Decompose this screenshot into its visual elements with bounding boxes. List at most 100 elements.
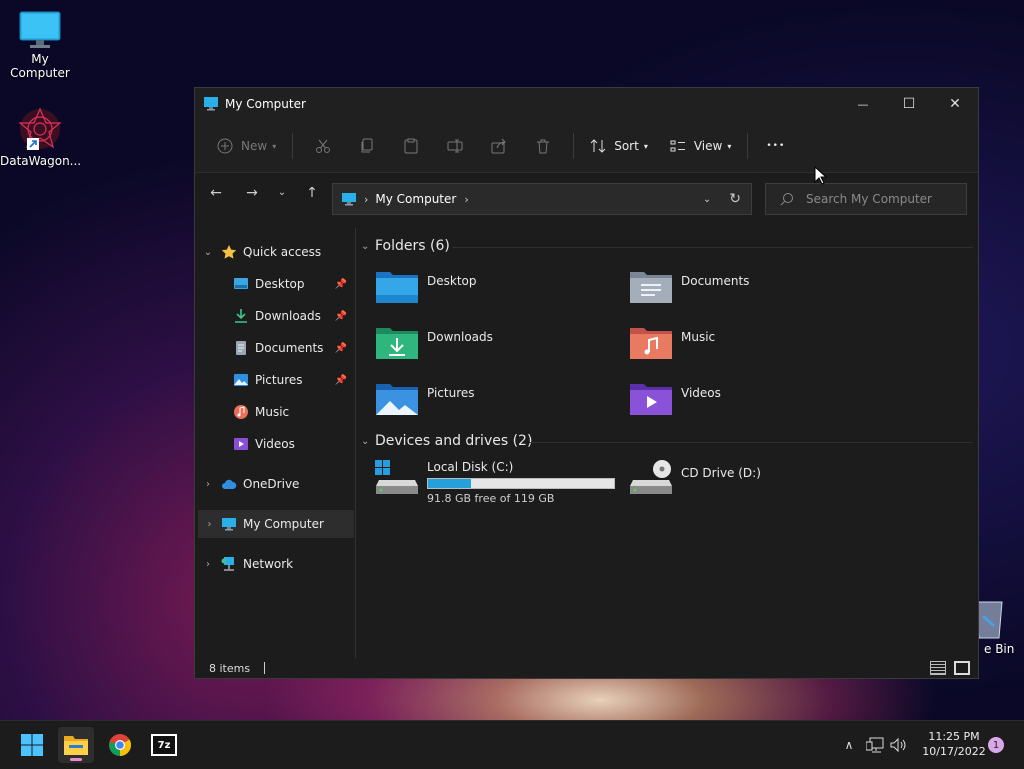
desktop-icon-label: DataWagon... bbox=[0, 154, 82, 168]
downloads-folder-icon bbox=[376, 328, 418, 359]
section-divider bbox=[529, 442, 973, 443]
network-status-icon[interactable] bbox=[866, 737, 884, 753]
drives-group-header[interactable]: ⌄ Devices and drives (2) bbox=[361, 433, 532, 449]
music-note-icon bbox=[234, 405, 248, 419]
desktop-icon-my-computer[interactable]: My Computer bbox=[0, 10, 80, 80]
scissors-icon bbox=[316, 139, 331, 153]
share-button[interactable] bbox=[477, 128, 521, 164]
address-bar[interactable]: › My Computer › ⌄ ↻ bbox=[332, 183, 752, 215]
sidebar-item-label: Pictures bbox=[255, 373, 303, 387]
monitor-icon bbox=[19, 11, 61, 48]
chevron-down-icon[interactable]: ⌄ bbox=[361, 436, 375, 447]
minimize-button[interactable]: — bbox=[840, 88, 886, 120]
sidebar-item-downloads[interactable]: Downloads 📌 bbox=[195, 302, 351, 330]
title-bar[interactable]: My Computer — ☐ ✕ bbox=[195, 88, 978, 120]
picture-icon bbox=[234, 374, 248, 386]
sidebar-item-desktop[interactable]: Desktop 📌 bbox=[195, 270, 351, 298]
folder-name: Music bbox=[681, 330, 716, 344]
sidebar-item-label: Network bbox=[243, 557, 294, 571]
drive-name: Local Disk (C:) bbox=[427, 460, 514, 474]
taskbar-file-explorer[interactable] bbox=[58, 727, 94, 763]
sidebar-item-documents[interactable]: Documents 📌 bbox=[195, 334, 351, 362]
sidebar-item-videos[interactable]: Videos bbox=[195, 430, 351, 458]
copy-button[interactable] bbox=[345, 128, 389, 164]
pin-icon[interactable]: 📌 bbox=[335, 375, 347, 386]
refresh-button[interactable]: ↻ bbox=[729, 191, 741, 207]
cut-button[interactable] bbox=[301, 128, 345, 164]
sort-button[interactable]: Sort ▾ bbox=[582, 128, 656, 164]
show-hidden-icons-button[interactable]: ∧ bbox=[838, 738, 860, 752]
datawagon-logo-icon bbox=[18, 107, 62, 150]
content-pane: ⌄ Folders (6) Desktop Documents Download… bbox=[357, 228, 977, 658]
more-dots-icon: ••• bbox=[766, 141, 786, 151]
taskbar-7zip[interactable]: 7z bbox=[146, 727, 182, 763]
close-button[interactable]: ✕ bbox=[932, 88, 978, 120]
chevron-down-icon[interactable]: ⌄ bbox=[195, 247, 221, 258]
sidebar-item-label: Downloads bbox=[255, 309, 321, 323]
new-button[interactable]: New ▾ bbox=[209, 128, 284, 164]
up-button[interactable]: ↑ bbox=[297, 185, 327, 201]
plus-circle-icon bbox=[217, 138, 233, 154]
sort-label: Sort bbox=[614, 139, 639, 153]
pin-icon[interactable]: 📌 bbox=[335, 279, 347, 290]
sidebar-item-network[interactable]: › Network bbox=[195, 550, 351, 578]
status-bar: 8 items bbox=[195, 658, 978, 678]
pin-icon[interactable]: 📌 bbox=[335, 343, 347, 354]
forward-button[interactable]: → bbox=[237, 185, 267, 201]
folder-tile-videos[interactable]: Videos bbox=[629, 380, 869, 426]
folder-tile-pictures[interactable]: Pictures bbox=[375, 380, 615, 426]
folder-icon bbox=[64, 736, 88, 755]
monitor-icon bbox=[204, 97, 218, 111]
chevron-right-icon[interactable]: › bbox=[195, 559, 221, 570]
sidebar-item-label: Documents bbox=[255, 341, 324, 355]
large-icons-view-button[interactable] bbox=[954, 661, 970, 675]
taskbar-chrome[interactable] bbox=[102, 727, 138, 763]
view-button[interactable]: View ▾ bbox=[662, 128, 740, 164]
start-button[interactable] bbox=[14, 727, 50, 763]
download-arrow-icon bbox=[235, 309, 247, 323]
delete-button[interactable] bbox=[521, 128, 565, 164]
clock[interactable]: 11:25 PM 10/17/2022 bbox=[918, 729, 990, 759]
active-app-indicator bbox=[70, 758, 82, 761]
notification-badge[interactable]: 1 bbox=[988, 737, 1004, 753]
sidebar-item-my-computer[interactable]: › My Computer bbox=[198, 510, 354, 538]
maximize-button[interactable]: ☐ bbox=[886, 88, 932, 120]
monitor-icon bbox=[222, 518, 236, 531]
sidebar-item-quick-access[interactable]: ⌄ Quick access bbox=[195, 238, 351, 266]
desktop-icon-label: My Computer bbox=[10, 52, 70, 80]
folders-group-header[interactable]: ⌄ Folders (6) bbox=[361, 238, 450, 254]
chevron-down-icon[interactable]: ⌄ bbox=[361, 241, 375, 252]
folder-tile-desktop[interactable]: Desktop bbox=[375, 268, 615, 314]
drive-usage-bar bbox=[427, 478, 615, 489]
sidebar-item-music[interactable]: Music bbox=[195, 398, 351, 426]
search-box[interactable]: Search My Computer bbox=[765, 183, 967, 215]
drive-tile-c[interactable]: Local Disk (C:) 91.8 GB free of 119 GB bbox=[375, 460, 615, 505]
desktop-icon-datawagon[interactable]: DataWagon... bbox=[0, 106, 82, 168]
sidebar-item-pictures[interactable]: Pictures 📌 bbox=[195, 366, 351, 394]
sidebar-item-label: Desktop bbox=[255, 277, 305, 291]
address-location[interactable]: My Computer bbox=[375, 192, 456, 206]
sidebar-item-onedrive[interactable]: › OneDrive bbox=[195, 470, 351, 498]
address-history-dropdown[interactable]: ⌄ bbox=[703, 194, 711, 205]
desktop-icon-label: e Bin bbox=[984, 642, 1015, 656]
details-view-button[interactable] bbox=[930, 661, 946, 675]
folder-name: Videos bbox=[681, 386, 721, 400]
folder-tile-documents[interactable]: Documents bbox=[629, 268, 869, 314]
recent-locations-button[interactable]: ⌄ bbox=[267, 187, 297, 201]
chevron-right-icon[interactable]: › bbox=[195, 479, 221, 490]
rename-button[interactable] bbox=[433, 128, 477, 164]
star-icon bbox=[221, 245, 237, 259]
folder-tile-downloads[interactable]: Downloads bbox=[375, 324, 615, 370]
back-button[interactable]: ← bbox=[201, 185, 231, 201]
more-options-button[interactable]: ••• bbox=[756, 128, 795, 164]
volume-icon[interactable] bbox=[890, 737, 908, 753]
drive-tile-d[interactable]: CD Drive (D:) bbox=[629, 460, 761, 496]
sidebar-item-label: OneDrive bbox=[243, 477, 300, 491]
folder-tile-music[interactable]: Music bbox=[629, 324, 869, 370]
chevron-right-icon: › bbox=[364, 192, 369, 206]
toolbar-divider bbox=[747, 133, 749, 159]
paste-button[interactable] bbox=[389, 128, 433, 164]
chevron-right-icon[interactable]: › bbox=[198, 519, 221, 530]
folder-name: Documents bbox=[681, 274, 750, 288]
pin-icon[interactable]: 📌 bbox=[335, 311, 347, 322]
